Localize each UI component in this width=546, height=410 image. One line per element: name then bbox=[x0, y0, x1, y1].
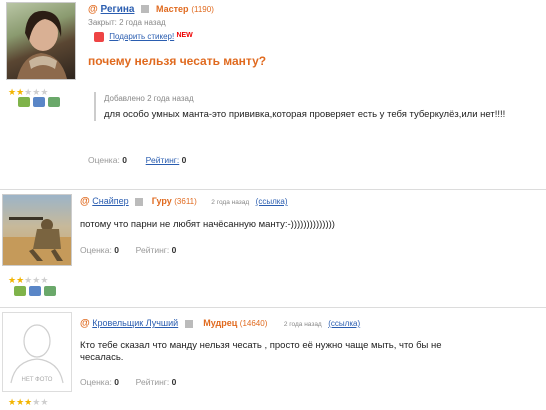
rating-value: 0 bbox=[114, 245, 119, 255]
added-time: Добавлено 2 года назад bbox=[104, 94, 194, 103]
question-text: для особо умных манта-это прививка,котор… bbox=[104, 109, 506, 120]
user-icons bbox=[18, 94, 63, 112]
profile-icon[interactable] bbox=[141, 5, 150, 14]
answer-text: потому что парни не любят начёсанную ман… bbox=[80, 219, 335, 230]
avatar-image bbox=[3, 217, 71, 265]
author-rank: Мудрец bbox=[203, 318, 238, 328]
gift-sticker-link[interactable]: Подарить стикер! bbox=[109, 32, 174, 41]
profile-icon[interactable] bbox=[135, 197, 144, 206]
rating-label: Оценка: bbox=[80, 377, 112, 387]
author-link[interactable]: Кровельщик Лучший bbox=[92, 318, 178, 328]
gift-sticker: Подарить стикер! NEW bbox=[94, 32, 193, 42]
author-points: (3611) bbox=[174, 197, 197, 206]
photo-icon[interactable] bbox=[44, 286, 56, 296]
answer-rating: Оценка: 0 Рейтинг: 0 bbox=[80, 377, 176, 387]
rating-label: Оценка: bbox=[88, 155, 120, 165]
avatar-regina[interactable] bbox=[6, 2, 76, 80]
reyting-value: 0 bbox=[171, 245, 177, 255]
level-stars: ★★★★★ bbox=[8, 397, 49, 407]
answer-time: 2 года назад bbox=[283, 321, 322, 328]
rating-value: 0 bbox=[122, 155, 127, 165]
divider bbox=[0, 189, 546, 190]
friends-icon[interactable] bbox=[18, 97, 30, 107]
question-title: почему нельзя чесать манту? bbox=[88, 54, 267, 68]
reyting-value: 0 bbox=[171, 377, 177, 387]
avatar-no-photo[interactable]: НЕТ ФОТО bbox=[2, 312, 72, 392]
gift-icon bbox=[94, 32, 104, 42]
mail-icon[interactable] bbox=[29, 286, 41, 296]
mail-icon[interactable] bbox=[33, 97, 45, 107]
reyting-label[interactable]: Рейтинг: bbox=[136, 377, 170, 387]
answer-link[interactable]: (ссылка) bbox=[328, 319, 360, 328]
avatar-sniper[interactable] bbox=[2, 194, 72, 266]
author-line: @ Снайпер Гуру (3611) 2 года назад (ссыл… bbox=[80, 196, 288, 207]
author-points: (14640) bbox=[239, 319, 268, 328]
author-rank: Гуру bbox=[151, 196, 172, 206]
question-rating: Оценка: 0 Рейтинг: 0 bbox=[88, 155, 186, 165]
rating-label: Оценка: bbox=[80, 245, 112, 255]
reyting-label[interactable]: Рейтинг: bbox=[136, 245, 170, 255]
reyting-link[interactable]: Рейтинг: bbox=[146, 155, 180, 165]
rating-value: 0 bbox=[114, 377, 119, 387]
avatar-image bbox=[17, 10, 67, 79]
answer-rating: Оценка: 0 Рейтинг: 0 bbox=[80, 245, 176, 255]
author-link[interactable]: Регина bbox=[101, 4, 135, 15]
answer-time: 2 года назад bbox=[211, 199, 250, 206]
question-details: Добавлено 2 года назад для особо умных м… bbox=[94, 92, 544, 121]
author-line: @ Кровельщик Лучший Мудрец (14640) 2 год… bbox=[80, 318, 360, 329]
author-line: @ Регина Мастер (1190) bbox=[88, 4, 214, 15]
at-icon: @ bbox=[88, 4, 98, 15]
photo-icon[interactable] bbox=[48, 97, 60, 107]
author-rank: Мастер bbox=[156, 4, 189, 14]
answer-text: Кто тебе сказал что манду нельзя чесать … bbox=[80, 340, 442, 363]
new-badge: NEW bbox=[176, 32, 193, 39]
divider bbox=[0, 307, 546, 308]
friends-icon[interactable] bbox=[14, 286, 26, 296]
author-link[interactable]: Снайпер bbox=[92, 196, 128, 206]
no-photo-label: НЕТ ФОТО bbox=[21, 377, 53, 383]
at-icon: @ bbox=[80, 318, 90, 329]
at-icon: @ bbox=[80, 196, 90, 207]
closed-status: Закрыт: 2 года назад bbox=[88, 18, 166, 27]
answer-link[interactable]: (ссылка) bbox=[256, 197, 288, 206]
profile-icon[interactable] bbox=[184, 319, 193, 328]
reyting-value: 0 bbox=[181, 155, 187, 165]
user-icons bbox=[14, 283, 59, 301]
author-points: (1190) bbox=[191, 5, 214, 14]
